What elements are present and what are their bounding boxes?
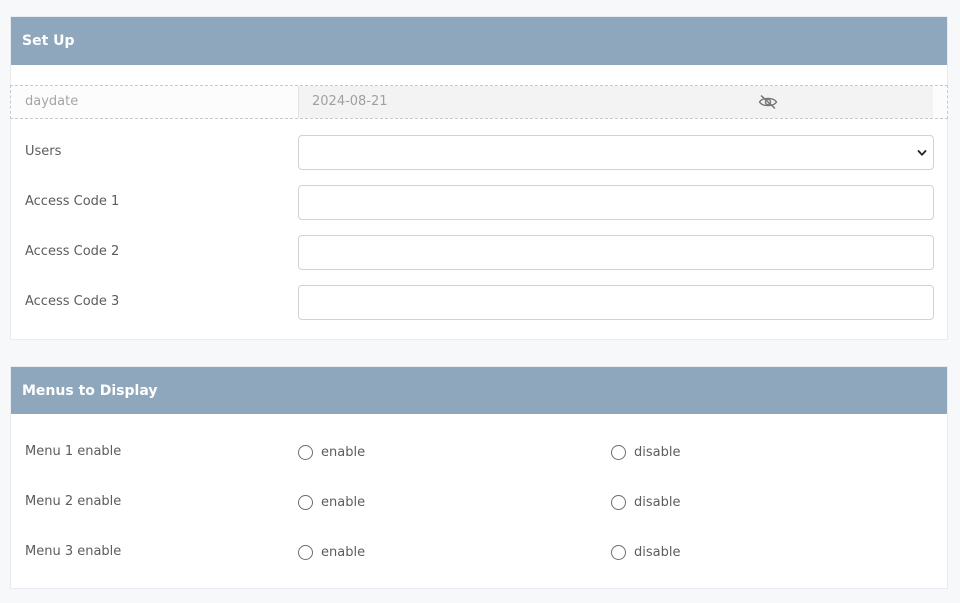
menu-3-disable-radio[interactable]: disable — [611, 543, 680, 561]
daydate-label: daydate — [25, 94, 79, 109]
setup-panel: Set Up daydate 2024-08-21 Users Access C… — [10, 16, 948, 340]
menu-1-enable-radio[interactable]: enable — [298, 443, 365, 461]
users-select[interactable] — [298, 135, 934, 170]
menu-1-row: Menu 1 enable enable disable — [11, 436, 947, 470]
menu-2-disable-radio[interactable]: disable — [611, 493, 680, 511]
menu-3-row: Menu 3 enable enable disable — [11, 536, 947, 570]
radio-circle-icon[interactable] — [611, 544, 626, 560]
radio-circle-icon[interactable] — [298, 494, 313, 510]
menus-panel-title: Menus to Display — [11, 367, 947, 414]
access-code-3-row: Access Code 3 — [11, 285, 947, 320]
menu-1-label: Menu 1 enable — [25, 444, 122, 459]
access-code-2-label: Access Code 2 — [25, 244, 120, 259]
users-row: Users — [11, 135, 947, 170]
daydate-row: daydate 2024-08-21 — [10, 85, 948, 119]
menu-3-disable-label: disable — [634, 544, 681, 560]
menu-3-label: Menu 3 enable — [25, 544, 122, 559]
daydate-value: 2024-08-21 — [312, 94, 388, 109]
menu-2-row: Menu 2 enable enable disable — [11, 486, 947, 520]
users-label: Users — [25, 144, 62, 159]
menus-panel: Menus to Display Menu 1 enable enable di… — [10, 366, 948, 589]
menu-1-disable-label: disable — [634, 444, 681, 460]
menu-2-enable-radio[interactable]: enable — [298, 493, 365, 511]
radio-circle-icon[interactable] — [611, 494, 626, 510]
access-code-3-label: Access Code 3 — [25, 294, 120, 309]
menu-2-label: Menu 2 enable — [25, 494, 122, 509]
radio-circle-icon[interactable] — [298, 444, 313, 460]
access-code-2-input[interactable] — [298, 235, 934, 270]
daydate-field: 2024-08-21 — [298, 86, 933, 118]
access-code-1-input[interactable] — [298, 185, 934, 220]
menu-2-disable-label: disable — [634, 494, 681, 510]
radio-circle-icon[interactable] — [298, 544, 313, 560]
access-code-2-row: Access Code 2 — [11, 235, 947, 270]
setup-panel-title: Set Up — [11, 17, 947, 65]
menu-3-enable-radio[interactable]: enable — [298, 543, 365, 561]
chevron-down-icon — [917, 150, 927, 156]
radio-circle-icon[interactable] — [611, 444, 626, 460]
menu-2-enable-label: enable — [321, 494, 366, 510]
menu-1-disable-radio[interactable]: disable — [611, 443, 680, 461]
eye-slash-icon[interactable] — [758, 94, 778, 110]
menu-1-enable-label: enable — [321, 444, 366, 460]
access-code-1-label: Access Code 1 — [25, 194, 120, 209]
access-code-1-row: Access Code 1 — [11, 185, 947, 220]
menu-3-enable-label: enable — [321, 544, 366, 560]
access-code-3-input[interactable] — [298, 285, 934, 320]
